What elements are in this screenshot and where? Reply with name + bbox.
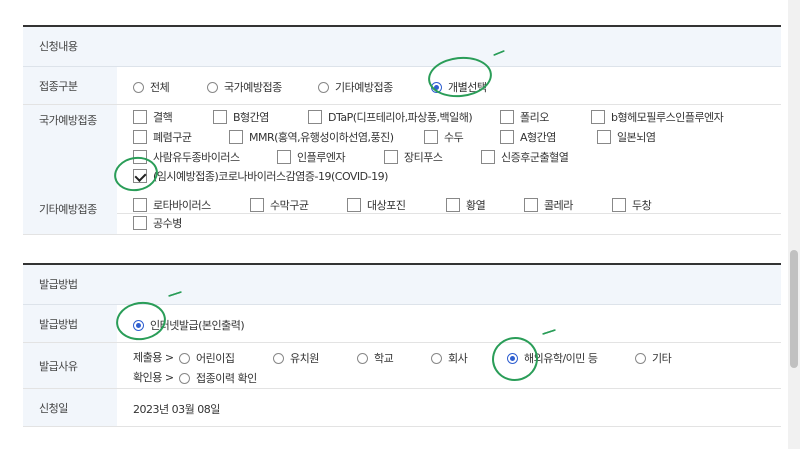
checkbox-hepb[interactable]: B형간염 (213, 109, 269, 125)
scrollbar-thumb[interactable] (790, 250, 798, 368)
radio-other[interactable]: 기타예방접종 (318, 79, 393, 95)
radio-icon[interactable] (273, 352, 284, 364)
checkbox-rotavirus[interactable]: 로타바이러스 (133, 197, 211, 213)
checkbox-rabies[interactable]: 공수병 (133, 215, 182, 231)
checkbox-varicella[interactable]: 수두 (424, 129, 464, 145)
checkbox-pneumococcal[interactable]: 폐렴구균 (133, 129, 192, 145)
checkbox-icon[interactable] (133, 198, 147, 212)
radio-icon[interactable] (179, 352, 190, 364)
checkbox-icon[interactable] (347, 198, 361, 212)
vaccination-type-row: 접종구분 전체 국가예방접종 기타예방접종 개별선택 (23, 67, 781, 105)
issuance-reason-row: 발급사유 제출용 > 어린이집 유치원 학교 회사 해외유학/이민 등 기타 확… (23, 343, 781, 389)
checkbox-dtap[interactable]: DTaP(디프테리아,파상풍,백일해) (308, 109, 473, 125)
checkbox-icon[interactable] (612, 198, 626, 212)
checkbox-icon[interactable] (250, 198, 264, 212)
row-label: 신청일 (23, 389, 117, 426)
other-vaccination-row: 기타예방접종 로타바이러스 수막구균 대상포진 황열 콜레라 두창 공수병 (23, 194, 781, 235)
checkbox-covid19[interactable]: (임시예방접종)코로나바이러스감염증-19(COVID-19) (133, 168, 388, 184)
checkbox-japanese-encephalitis[interactable]: 일본뇌염 (597, 129, 656, 145)
checkbox-icon[interactable] (133, 130, 147, 144)
application-date: 2023년 03월 08일 (133, 403, 220, 416)
confirm-prefix: 확인용 > (133, 371, 174, 384)
submit-prefix: 제출용 > (133, 351, 174, 364)
checkbox-yellow-fever[interactable]: 황열 (446, 197, 486, 213)
section-title: 발급방법 (23, 265, 781, 305)
radio-icon[interactable] (207, 81, 218, 93)
checkbox-icon[interactable] (133, 110, 147, 124)
checkbox-mmr[interactable]: MMR(홍역,유행성이하선염,풍진) (229, 129, 394, 145)
checkbox-meningococcal[interactable]: 수막구균 (250, 197, 309, 213)
radio-kindergarten[interactable]: 유치원 (273, 350, 319, 366)
row-label: 접종구분 (23, 67, 117, 104)
checkbox-zoster[interactable]: 대상포진 (347, 197, 406, 213)
checkbox-influenza[interactable]: 인플루엔자 (277, 149, 346, 165)
checkbox-icon[interactable] (213, 110, 227, 124)
checkbox-icon[interactable] (597, 130, 611, 144)
radio-company[interactable]: 회사 (431, 350, 468, 366)
checkbox-cholera[interactable]: 콜레라 (524, 197, 573, 213)
checkbox-bcg[interactable]: 결핵 (133, 109, 173, 125)
radio-daycare[interactable]: 어린이집 (179, 350, 235, 366)
radio-school[interactable]: 학교 (357, 350, 394, 366)
checkbox-icon[interactable] (277, 150, 291, 164)
radio-all[interactable]: 전체 (133, 79, 170, 95)
checkbox-icon[interactable] (384, 150, 398, 164)
checkbox-smallpox[interactable]: 두창 (612, 197, 652, 213)
row-label: 기타예방접종 (23, 194, 117, 234)
radio-icon[interactable] (318, 81, 329, 93)
radio-icon[interactable] (133, 81, 144, 93)
row-label: 발급사유 (23, 343, 117, 388)
checkbox-icon[interactable] (500, 110, 514, 124)
checkbox-hepa[interactable]: A형간염 (500, 129, 556, 145)
issuance-section: 발급방법 발급방법 인터넷발급(본인출력) 발급사유 제출용 > 어린이집 유치… (23, 263, 781, 427)
application-date-row: 신청일 2023년 03월 08일 (23, 389, 781, 427)
radio-etc[interactable]: 기타 (635, 350, 672, 366)
checkbox-icon[interactable] (308, 110, 322, 124)
checkbox-icon[interactable] (524, 198, 538, 212)
radio-national[interactable]: 국가예방접종 (207, 79, 282, 95)
checkbox-icon[interactable] (481, 150, 495, 164)
checkbox-polio[interactable]: 폴리오 (500, 109, 549, 125)
checkbox-icon[interactable] (424, 130, 438, 144)
radio-icon[interactable] (357, 352, 368, 364)
row-label: 발급방법 (23, 305, 117, 342)
checkbox-typhoid[interactable]: 장티푸스 (384, 149, 443, 165)
radio-vaccination-history[interactable]: 접종이력 확인 (179, 370, 257, 386)
checkbox-hfrs[interactable]: 신증후군출혈열 (481, 149, 569, 165)
radio-icon[interactable] (635, 352, 646, 364)
scrollbar-track[interactable] (788, 0, 800, 449)
section-title: 신청내용 (23, 27, 781, 67)
checkbox-icon[interactable] (229, 130, 243, 144)
checkbox-icon[interactable] (500, 130, 514, 144)
application-details-section: 신청내용 접종구분 전체 국가예방접종 기타예방접종 개별선택 국가예방접종 결… (23, 25, 781, 235)
checkbox-hib[interactable]: b형헤모필루스인플루엔자 (591, 109, 724, 125)
checkbox-icon[interactable] (591, 110, 605, 124)
checkbox-icon[interactable] (133, 216, 147, 230)
radio-icon[interactable] (431, 352, 442, 364)
radio-icon[interactable] (179, 372, 190, 384)
checkbox-icon[interactable] (446, 198, 460, 212)
